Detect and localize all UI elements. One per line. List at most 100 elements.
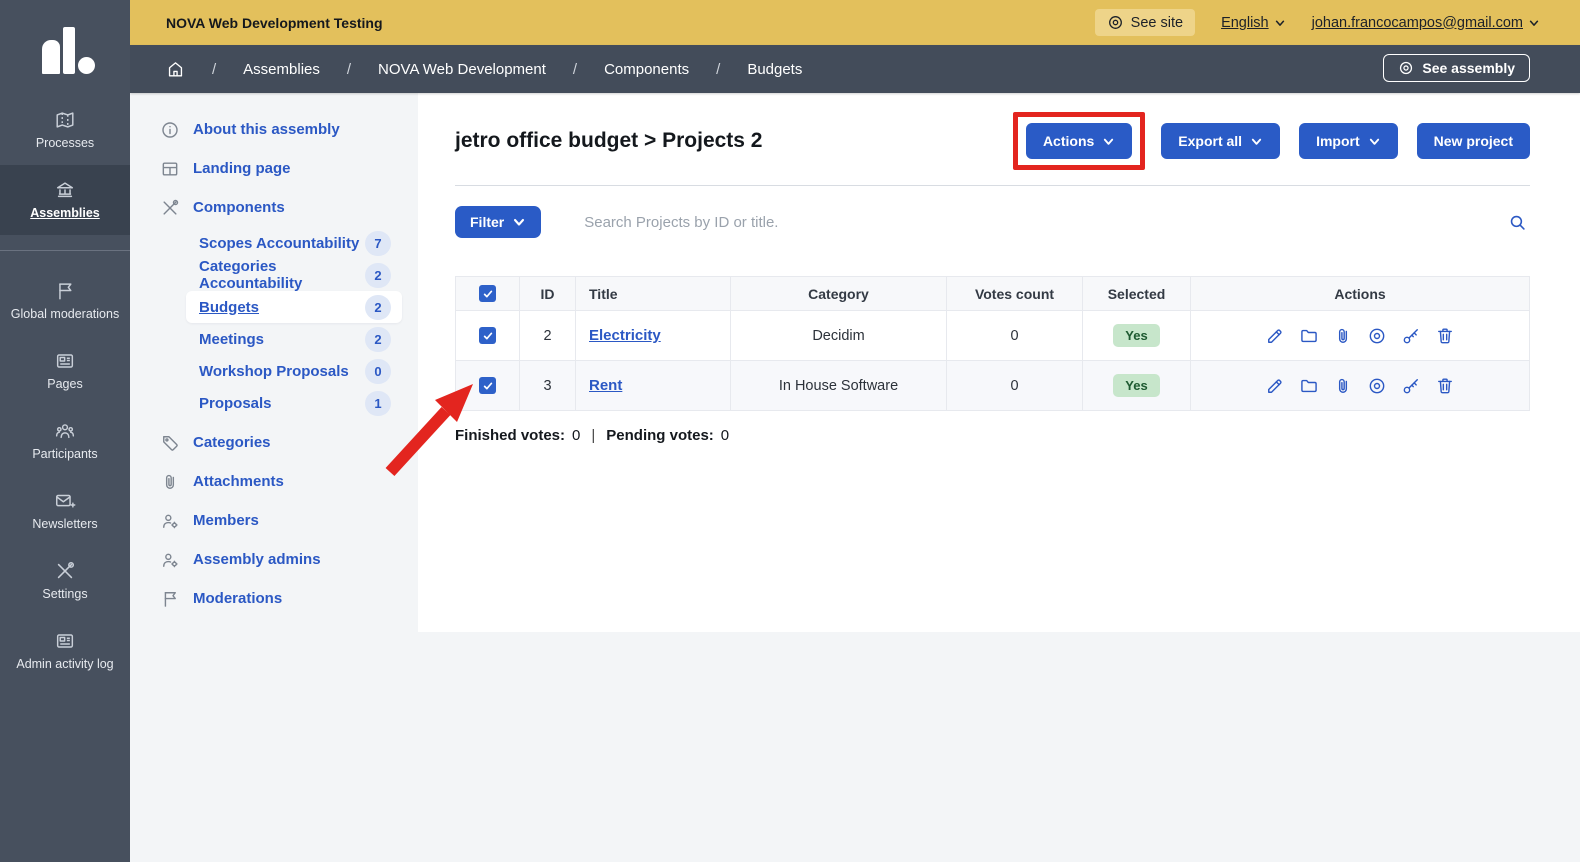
row-checkbox[interactable] <box>479 377 496 394</box>
sidebar-item-settings[interactable]: Settings <box>0 546 130 616</box>
finished-votes-label: Finished votes: <box>455 427 565 444</box>
finished-votes-value: 0 <box>572 427 580 444</box>
projects-table: ID Title Category Votes count Selected A… <box>455 276 1530 411</box>
pending-votes-label: Pending votes: <box>606 427 714 444</box>
chevron-down-icon <box>1528 17 1540 29</box>
sidebar-item-label: Newsletters <box>30 518 99 532</box>
submenu-item-about[interactable]: About this assembly <box>130 110 418 149</box>
sidebar-item-label: Admin activity log <box>14 658 115 672</box>
user-menu-dropdown[interactable]: johan.francocampos@gmail.com <box>1312 15 1540 31</box>
project-title-link[interactable]: Electricity <box>589 327 661 344</box>
language-dropdown[interactable]: English <box>1221 15 1286 31</box>
submenu-item-landing-page[interactable]: Landing page <box>130 149 418 188</box>
row-actions <box>1191 326 1529 346</box>
info-icon <box>160 120 180 140</box>
breadcrumb-item-components[interactable]: Components <box>604 61 689 78</box>
edit-pencil-icon[interactable] <box>1265 326 1285 346</box>
breadcrumb-item-assemblies[interactable]: Assemblies <box>243 61 320 78</box>
submenu-item-members[interactable]: Members <box>130 501 418 540</box>
search-icon <box>1507 212 1528 233</box>
chevron-down-icon <box>512 215 526 229</box>
submenu-item-attachments[interactable]: Attachments <box>130 462 418 501</box>
new-project-button[interactable]: New project <box>1417 123 1530 159</box>
chevron-down-icon <box>1102 135 1115 148</box>
page-title: jetro office budget > Projects 2 <box>455 125 762 157</box>
table-row: 3 Rent In House Software 0 Yes <box>456 361 1530 411</box>
sidebar-item-processes[interactable]: Processes <box>0 95 130 165</box>
selected-badge: Yes <box>1113 324 1159 347</box>
select-all-checkbox[interactable] <box>479 285 496 302</box>
project-votes-cell: 0 <box>947 361 1083 411</box>
sidebar-item-newsletters[interactable]: Newsletters <box>0 476 130 546</box>
key-icon[interactable] <box>1401 376 1421 396</box>
submenu-item-label: Components <box>193 199 285 216</box>
submenu-item-components[interactable]: Components <box>130 188 418 227</box>
search-input[interactable] <box>584 214 1505 231</box>
preview-eye-icon[interactable] <box>1367 376 1387 396</box>
submenu-component-scopes-accountability[interactable]: Scopes Accountability 7 <box>186 227 402 259</box>
tag-icon <box>160 433 180 453</box>
component-label: Meetings <box>199 331 264 348</box>
submenu-component-categories-accountability[interactable]: Categories Accountability 2 <box>186 259 402 291</box>
submenu-component-workshop-proposals[interactable]: Workshop Proposals 0 <box>186 355 402 387</box>
paperclip-icon[interactable] <box>1333 326 1353 346</box>
decidim-logo[interactable] <box>0 0 130 95</box>
submenu-item-categories[interactable]: Categories <box>130 423 418 462</box>
breadcrumb-item-budgets[interactable]: Budgets <box>747 61 802 78</box>
submenu-component-proposals[interactable]: Proposals 1 <box>186 387 402 419</box>
see-assembly-button[interactable]: See assembly <box>1383 54 1530 82</box>
project-title-link[interactable]: Rent <box>589 377 622 394</box>
header-id: ID <box>520 277 576 311</box>
project-category-cell: Decidim <box>731 311 947 361</box>
sidebar-item-global-moderations[interactable]: Global moderations <box>0 266 130 336</box>
actions-button[interactable]: Actions <box>1026 123 1132 159</box>
submenu-item-moderations[interactable]: Moderations <box>130 579 418 618</box>
chevron-down-icon <box>1250 135 1263 148</box>
key-icon[interactable] <box>1401 326 1421 346</box>
component-label: Categories Accountability <box>199 258 365 292</box>
breadcrumb-item-nova-web-development[interactable]: NOVA Web Development <box>378 61 546 78</box>
home-icon <box>166 60 185 79</box>
preview-eye-icon[interactable] <box>1367 326 1387 346</box>
filter-button[interactable]: Filter <box>455 206 541 238</box>
paperclip-icon[interactable] <box>1333 376 1353 396</box>
see-site-link[interactable]: See site <box>1095 9 1195 36</box>
submenu-component-budgets[interactable]: Budgets 2 <box>186 291 402 323</box>
search-button[interactable] <box>1505 212 1530 233</box>
export-all-button[interactable]: Export all <box>1161 123 1280 159</box>
submenu-component-meetings[interactable]: Meetings 2 <box>186 323 402 355</box>
breadcrumb-home-link[interactable] <box>166 60 185 79</box>
title-divider <box>455 185 1530 186</box>
row-checkbox[interactable] <box>479 327 496 344</box>
sidebar-item-participants[interactable]: Participants <box>0 406 130 476</box>
sidebar-divider <box>0 250 130 251</box>
eye-icon <box>1398 60 1414 76</box>
new-project-label: New project <box>1434 133 1513 149</box>
component-label: Scopes Accountability <box>199 235 359 252</box>
mail-plus-icon <box>54 490 76 512</box>
sidebar-item-admin-activity-log[interactable]: Admin activity log <box>0 616 130 686</box>
sidebar-item-label: Settings <box>40 588 89 602</box>
edit-pencil-icon[interactable] <box>1265 376 1285 396</box>
count-badge: 2 <box>365 295 391 320</box>
submenu-item-assembly-admins[interactable]: Assembly admins <box>130 540 418 579</box>
trash-icon[interactable] <box>1435 376 1455 396</box>
sidebar-item-pages[interactable]: Pages <box>0 336 130 406</box>
submenu-item-label: Attachments <box>193 473 284 490</box>
count-badge: 7 <box>365 231 391 256</box>
newspaper-icon <box>54 350 76 372</box>
table-row: 2 Electricity Decidim 0 Yes <box>456 311 1530 361</box>
tools-icon <box>160 198 180 218</box>
activity-log-icon <box>54 630 76 652</box>
folder-icon[interactable] <box>1299 376 1319 396</box>
import-button[interactable]: Import <box>1299 123 1398 159</box>
sidebar-item-label: Assemblies <box>28 207 101 221</box>
chevron-down-icon <box>1274 17 1286 29</box>
trash-icon[interactable] <box>1435 326 1455 346</box>
votes-separator: | <box>591 427 595 444</box>
sidebar-item-assemblies[interactable]: Assemblies <box>0 165 130 235</box>
organization-name: NOVA Web Development Testing <box>166 15 383 31</box>
topbar: NOVA Web Development Testing See site En… <box>130 0 1580 45</box>
folder-icon[interactable] <box>1299 326 1319 346</box>
language-label: English <box>1221 15 1269 31</box>
